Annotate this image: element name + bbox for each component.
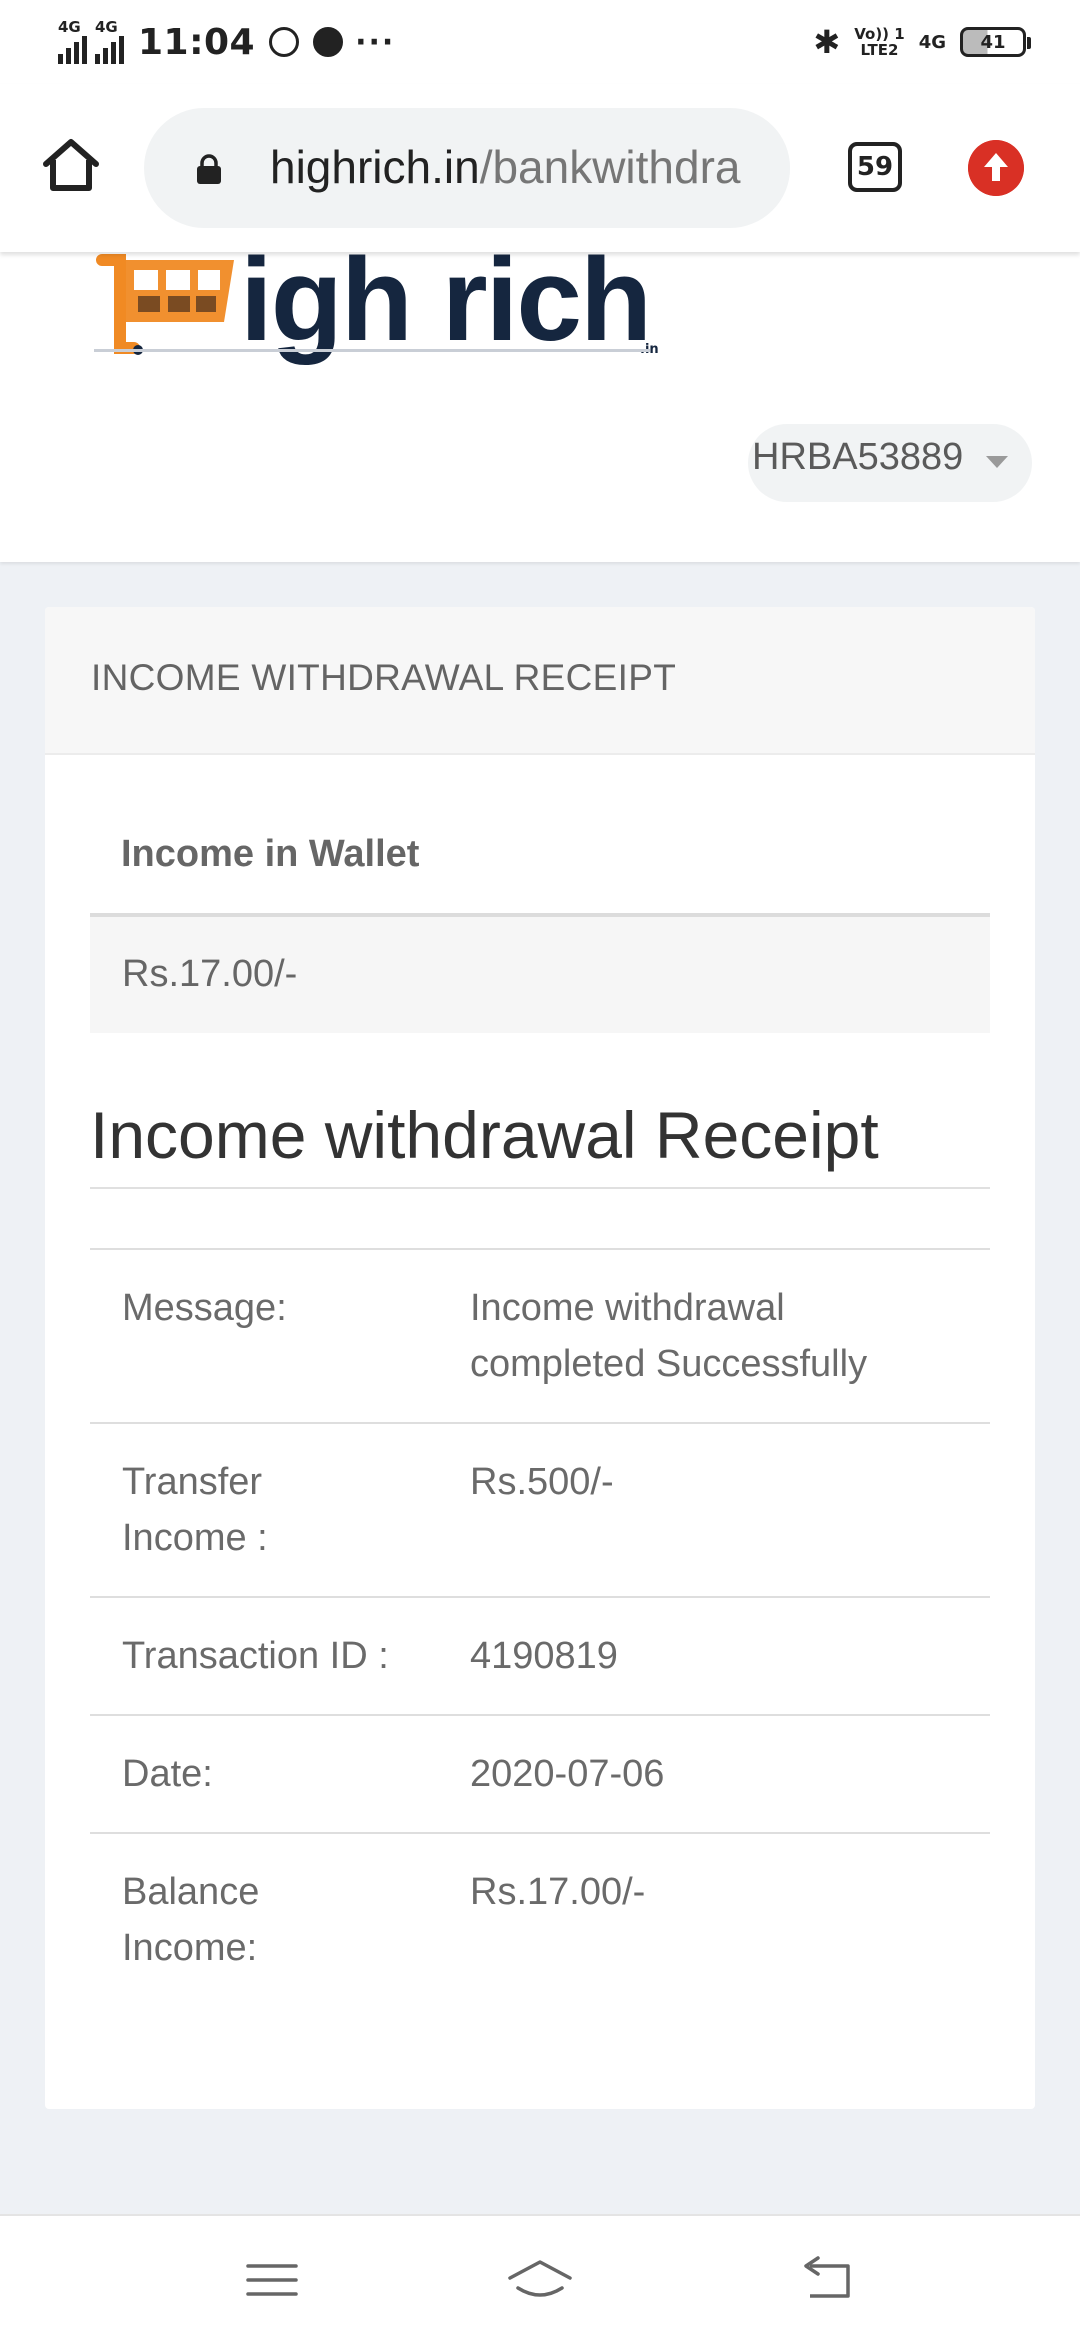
home-nav-icon[interactable] <box>504 2254 576 2306</box>
signal-label: 4G <box>95 18 118 36</box>
table-row: Balance Income: Rs.17.00/- <box>90 1832 990 2006</box>
table-row: Message: Income withdrawal completed Suc… <box>90 1248 990 1422</box>
signal-label: 4G <box>58 18 81 36</box>
signal-strength-icon: 4G <box>95 18 124 64</box>
speedometer-icon <box>313 27 344 57</box>
network-type: 4G <box>918 31 946 53</box>
highrich-logo[interactable]: igh rich .in <box>94 234 674 370</box>
tab-switcher-button[interactable]: 59 <box>848 142 902 192</box>
row-label: Transfer Income : <box>122 1461 268 1559</box>
logo-text: igh rich <box>240 234 652 366</box>
row-value: Income withdrawal completed Successfully <box>470 1287 868 1385</box>
wallet-value: Rs.17.00/- <box>122 953 298 995</box>
site-header: igh rich .in HRBA53889 <box>0 234 1080 562</box>
lock-icon <box>197 154 221 184</box>
bluetooth-icon: ✱ <box>813 23 841 61</box>
wallet-heading: Income in Wallet <box>121 833 420 875</box>
signal-strength-icon: 4G <box>58 18 87 64</box>
table-row: Date: 2020-07-06 <box>90 1714 990 1832</box>
battery-icon: 41 <box>960 27 1031 57</box>
receipt-card: INCOME WITHDRAWAL RECEIPT Income in Wall… <box>45 607 1035 2109</box>
row-value: Rs.17.00/- <box>470 1871 646 1913</box>
row-label: Date: <box>122 1753 213 1795</box>
row-label: Balance Income: <box>122 1871 260 1969</box>
row-value: 2020-07-06 <box>470 1753 665 1795</box>
row-label: Message: <box>122 1287 287 1329</box>
chevron-down-icon <box>986 456 1008 468</box>
row-label: Transaction ID : <box>122 1635 389 1677</box>
home-icon[interactable] <box>40 134 102 196</box>
system-navigation-bar <box>0 2214 1080 2342</box>
whatsapp-icon <box>269 27 300 57</box>
battery-level: 41 <box>980 31 1006 53</box>
menu-icon[interactable] <box>242 2254 302 2306</box>
card-header: INCOME WITHDRAWAL RECEIPT <box>45 607 1035 755</box>
receipt-table: Message: Income withdrawal completed Suc… <box>90 1248 990 2006</box>
clock: 11:04 <box>138 21 256 63</box>
tab-count: 59 <box>856 152 894 182</box>
user-id: HRBA53889 <box>752 436 964 478</box>
receipt-heading: Income withdrawal Receipt <box>90 1098 879 1172</box>
back-icon[interactable] <box>796 2254 856 2306</box>
volte-indicator: Vo)) 1 LTE2 <box>854 25 905 59</box>
browser-toolbar: highrich.in/bankwithdra 59 <box>0 84 1080 252</box>
table-row: Transaction ID : 4190819 <box>90 1596 990 1714</box>
address-bar[interactable]: highrich.in/bankwithdra <box>144 108 790 228</box>
url-domain: highrich.in <box>270 141 480 193</box>
user-menu-dropdown[interactable]: HRBA53889 <box>748 424 1032 502</box>
card-title: INCOME WITHDRAWAL RECEIPT <box>91 657 677 698</box>
table-row: Transfer Income : Rs.500/- <box>90 1422 990 1596</box>
status-bar: 4G 4G 11:04 ··· ✱ Vo)) 1 LTE2 4G 41 <box>0 0 1080 84</box>
wallet-row: Rs.17.00/- <box>90 917 990 1033</box>
shopping-cart-icon <box>96 254 234 355</box>
more-notifications-icon: ··· <box>355 24 396 60</box>
url-path: /bankwithdra <box>479 141 741 193</box>
row-value: 4190819 <box>470 1635 618 1677</box>
url-text[interactable]: highrich.in/bankwithdra <box>270 140 741 194</box>
update-icon[interactable] <box>968 140 1024 196</box>
row-value: Rs.500/- <box>470 1461 614 1503</box>
